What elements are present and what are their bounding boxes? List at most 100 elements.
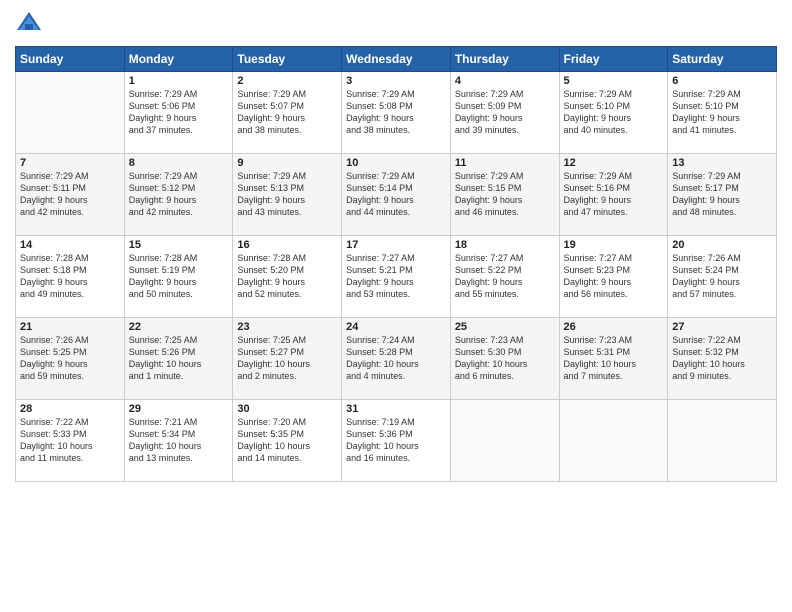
day-info: Sunrise: 7:26 AM Sunset: 5:25 PM Dayligh… <box>20 334 120 383</box>
week-row-5: 28Sunrise: 7:22 AM Sunset: 5:33 PM Dayli… <box>16 400 777 482</box>
day-info: Sunrise: 7:28 AM Sunset: 5:18 PM Dayligh… <box>20 252 120 301</box>
day-number: 4 <box>455 75 555 87</box>
day-info: Sunrise: 7:29 AM Sunset: 5:15 PM Dayligh… <box>455 170 555 219</box>
calendar-cell: 22Sunrise: 7:25 AM Sunset: 5:26 PM Dayli… <box>124 318 233 400</box>
calendar-cell: 10Sunrise: 7:29 AM Sunset: 5:14 PM Dayli… <box>342 154 451 236</box>
day-number: 5 <box>564 75 664 87</box>
day-info: Sunrise: 7:29 AM Sunset: 5:10 PM Dayligh… <box>564 88 664 137</box>
day-number: 3 <box>346 75 446 87</box>
calendar-cell: 2Sunrise: 7:29 AM Sunset: 5:07 PM Daylig… <box>233 72 342 154</box>
day-number: 22 <box>129 321 229 333</box>
col-header-sunday: Sunday <box>16 47 125 72</box>
calendar-cell: 29Sunrise: 7:21 AM Sunset: 5:34 PM Dayli… <box>124 400 233 482</box>
day-number: 14 <box>20 239 120 251</box>
day-number: 7 <box>20 157 120 169</box>
day-info: Sunrise: 7:23 AM Sunset: 5:30 PM Dayligh… <box>455 334 555 383</box>
calendar-cell: 21Sunrise: 7:26 AM Sunset: 5:25 PM Dayli… <box>16 318 125 400</box>
col-header-wednesday: Wednesday <box>342 47 451 72</box>
day-number: 26 <box>564 321 664 333</box>
day-number: 30 <box>237 403 337 415</box>
col-header-thursday: Thursday <box>450 47 559 72</box>
day-info: Sunrise: 7:29 AM Sunset: 5:08 PM Dayligh… <box>346 88 446 137</box>
calendar-cell: 3Sunrise: 7:29 AM Sunset: 5:08 PM Daylig… <box>342 72 451 154</box>
calendar-cell <box>450 400 559 482</box>
day-info: Sunrise: 7:29 AM Sunset: 5:10 PM Dayligh… <box>672 88 772 137</box>
day-info: Sunrise: 7:29 AM Sunset: 5:16 PM Dayligh… <box>564 170 664 219</box>
logo-icon <box>15 10 43 38</box>
week-row-4: 21Sunrise: 7:26 AM Sunset: 5:25 PM Dayli… <box>16 318 777 400</box>
day-info: Sunrise: 7:29 AM Sunset: 5:14 PM Dayligh… <box>346 170 446 219</box>
day-number: 21 <box>20 321 120 333</box>
calendar-cell: 1Sunrise: 7:29 AM Sunset: 5:06 PM Daylig… <box>124 72 233 154</box>
calendar-cell: 8Sunrise: 7:29 AM Sunset: 5:12 PM Daylig… <box>124 154 233 236</box>
calendar-cell: 12Sunrise: 7:29 AM Sunset: 5:16 PM Dayli… <box>559 154 668 236</box>
calendar-cell: 15Sunrise: 7:28 AM Sunset: 5:19 PM Dayli… <box>124 236 233 318</box>
day-number: 15 <box>129 239 229 251</box>
day-number: 20 <box>672 239 772 251</box>
day-number: 27 <box>672 321 772 333</box>
day-number: 13 <box>672 157 772 169</box>
calendar-cell: 16Sunrise: 7:28 AM Sunset: 5:20 PM Dayli… <box>233 236 342 318</box>
calendar-cell: 18Sunrise: 7:27 AM Sunset: 5:22 PM Dayli… <box>450 236 559 318</box>
day-number: 17 <box>346 239 446 251</box>
day-info: Sunrise: 7:29 AM Sunset: 5:06 PM Dayligh… <box>129 88 229 137</box>
col-header-saturday: Saturday <box>668 47 777 72</box>
week-row-3: 14Sunrise: 7:28 AM Sunset: 5:18 PM Dayli… <box>16 236 777 318</box>
day-number: 24 <box>346 321 446 333</box>
day-info: Sunrise: 7:27 AM Sunset: 5:22 PM Dayligh… <box>455 252 555 301</box>
day-info: Sunrise: 7:29 AM Sunset: 5:17 PM Dayligh… <box>672 170 772 219</box>
day-number: 11 <box>455 157 555 169</box>
day-info: Sunrise: 7:22 AM Sunset: 5:33 PM Dayligh… <box>20 416 120 465</box>
day-info: Sunrise: 7:25 AM Sunset: 5:27 PM Dayligh… <box>237 334 337 383</box>
calendar-cell: 20Sunrise: 7:26 AM Sunset: 5:24 PM Dayli… <box>668 236 777 318</box>
calendar-header-row: SundayMondayTuesdayWednesdayThursdayFrid… <box>16 47 777 72</box>
calendar-cell: 19Sunrise: 7:27 AM Sunset: 5:23 PM Dayli… <box>559 236 668 318</box>
day-info: Sunrise: 7:20 AM Sunset: 5:35 PM Dayligh… <box>237 416 337 465</box>
day-info: Sunrise: 7:28 AM Sunset: 5:19 PM Dayligh… <box>129 252 229 301</box>
day-info: Sunrise: 7:22 AM Sunset: 5:32 PM Dayligh… <box>672 334 772 383</box>
day-info: Sunrise: 7:29 AM Sunset: 5:12 PM Dayligh… <box>129 170 229 219</box>
calendar-cell: 4Sunrise: 7:29 AM Sunset: 5:09 PM Daylig… <box>450 72 559 154</box>
day-info: Sunrise: 7:28 AM Sunset: 5:20 PM Dayligh… <box>237 252 337 301</box>
calendar-cell: 17Sunrise: 7:27 AM Sunset: 5:21 PM Dayli… <box>342 236 451 318</box>
calendar-cell: 7Sunrise: 7:29 AM Sunset: 5:11 PM Daylig… <box>16 154 125 236</box>
day-number: 2 <box>237 75 337 87</box>
day-number: 23 <box>237 321 337 333</box>
calendar-cell <box>16 72 125 154</box>
calendar-cell: 25Sunrise: 7:23 AM Sunset: 5:30 PM Dayli… <box>450 318 559 400</box>
day-info: Sunrise: 7:29 AM Sunset: 5:09 PM Dayligh… <box>455 88 555 137</box>
calendar-cell: 27Sunrise: 7:22 AM Sunset: 5:32 PM Dayli… <box>668 318 777 400</box>
day-number: 28 <box>20 403 120 415</box>
day-number: 18 <box>455 239 555 251</box>
day-info: Sunrise: 7:29 AM Sunset: 5:07 PM Dayligh… <box>237 88 337 137</box>
day-info: Sunrise: 7:25 AM Sunset: 5:26 PM Dayligh… <box>129 334 229 383</box>
col-header-tuesday: Tuesday <box>233 47 342 72</box>
day-number: 25 <box>455 321 555 333</box>
day-number: 31 <box>346 403 446 415</box>
calendar-cell: 5Sunrise: 7:29 AM Sunset: 5:10 PM Daylig… <box>559 72 668 154</box>
calendar-table: SundayMondayTuesdayWednesdayThursdayFrid… <box>15 46 777 482</box>
day-info: Sunrise: 7:27 AM Sunset: 5:21 PM Dayligh… <box>346 252 446 301</box>
logo <box>15 10 47 38</box>
day-info: Sunrise: 7:29 AM Sunset: 5:11 PM Dayligh… <box>20 170 120 219</box>
header <box>15 10 777 38</box>
calendar-cell: 31Sunrise: 7:19 AM Sunset: 5:36 PM Dayli… <box>342 400 451 482</box>
day-number: 6 <box>672 75 772 87</box>
day-number: 10 <box>346 157 446 169</box>
day-number: 29 <box>129 403 229 415</box>
calendar-cell: 9Sunrise: 7:29 AM Sunset: 5:13 PM Daylig… <box>233 154 342 236</box>
day-number: 8 <box>129 157 229 169</box>
calendar-cell: 23Sunrise: 7:25 AM Sunset: 5:27 PM Dayli… <box>233 318 342 400</box>
col-header-friday: Friday <box>559 47 668 72</box>
calendar-cell: 13Sunrise: 7:29 AM Sunset: 5:17 PM Dayli… <box>668 154 777 236</box>
day-number: 16 <box>237 239 337 251</box>
day-number: 1 <box>129 75 229 87</box>
day-info: Sunrise: 7:21 AM Sunset: 5:34 PM Dayligh… <box>129 416 229 465</box>
day-number: 19 <box>564 239 664 251</box>
week-row-2: 7Sunrise: 7:29 AM Sunset: 5:11 PM Daylig… <box>16 154 777 236</box>
day-info: Sunrise: 7:27 AM Sunset: 5:23 PM Dayligh… <box>564 252 664 301</box>
calendar-cell: 30Sunrise: 7:20 AM Sunset: 5:35 PM Dayli… <box>233 400 342 482</box>
calendar-cell: 28Sunrise: 7:22 AM Sunset: 5:33 PM Dayli… <box>16 400 125 482</box>
day-info: Sunrise: 7:24 AM Sunset: 5:28 PM Dayligh… <box>346 334 446 383</box>
day-info: Sunrise: 7:23 AM Sunset: 5:31 PM Dayligh… <box>564 334 664 383</box>
